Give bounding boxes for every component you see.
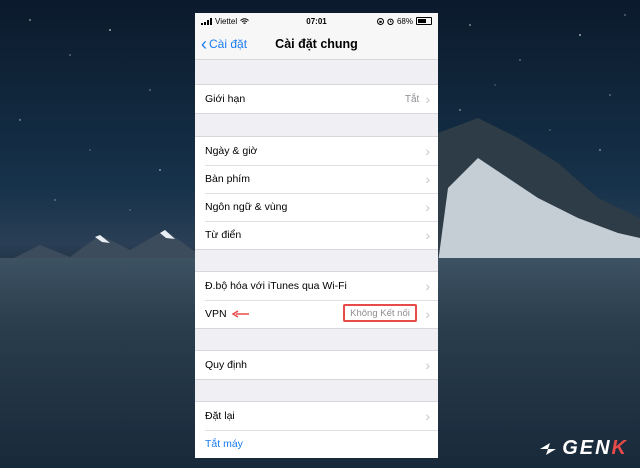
row-label: Đặt lại [205, 410, 235, 422]
back-button[interactable]: ‹ Cài đặt [195, 35, 247, 53]
battery-icon [416, 17, 432, 25]
row-label: Ngày & giờ [205, 145, 258, 157]
group-reset-shutdown: Đặt lại › Tắt máy [195, 401, 438, 458]
row-label: Bàn phím [205, 173, 250, 185]
phone-screen: Viettel 07:01 68% ‹ Cài đặt Cài đặt chun… [195, 13, 438, 458]
genk-logo: GENK [538, 437, 628, 460]
group-datetime-keyboard: Ngày & giờ › Bàn phím › Ngôn ngữ & vùng … [195, 136, 438, 250]
row-keyboard[interactable]: Bàn phím › [195, 165, 438, 193]
vpn-status-highlight: Không Kết nối [343, 304, 417, 322]
row-label: Ngôn ngữ & vùng [205, 201, 288, 213]
back-label: Cài đặt [209, 37, 248, 51]
row-itunes-wifi-sync[interactable]: Đ.bộ hóa với iTunes qua Wi-Fi › [195, 272, 438, 300]
red-arrow-annotation-icon [232, 310, 249, 318]
row-label: Từ điển [205, 229, 242, 241]
logo-text-accent: K [611, 437, 628, 459]
chevron-right-icon: › [425, 408, 430, 424]
row-language-region[interactable]: Ngôn ngữ & vùng › [195, 193, 438, 221]
group-regulatory: Quy định › [195, 350, 438, 380]
logo-text: GEN [562, 437, 612, 459]
row-label: VPN [205, 308, 227, 320]
row-label: Tắt máy [205, 438, 243, 450]
group-restrictions: Giới hạn Tắt › [195, 84, 438, 114]
row-regulatory[interactable]: Quy định › [195, 351, 438, 379]
battery-fill [418, 19, 427, 23]
status-time: 07:01 [306, 16, 327, 26]
row-label: Giới hạn [205, 93, 246, 105]
chevron-right-icon: › [425, 306, 430, 322]
logo-mark-icon [540, 442, 557, 455]
chevron-right-icon: › [425, 143, 430, 159]
chevron-right-icon: › [425, 171, 430, 187]
row-label: Quy định [205, 359, 248, 371]
row-restrictions[interactable]: Giới hạn Tắt › [195, 85, 438, 113]
chevron-right-icon: › [425, 227, 430, 243]
row-value: Tắt [404, 93, 420, 105]
row-dictionary[interactable]: Từ điển › [195, 221, 438, 249]
right-mountain [438, 118, 640, 263]
chevron-right-icon: › [425, 199, 430, 215]
row-date-time[interactable]: Ngày & giờ › [195, 137, 438, 165]
chevron-right-icon: › [425, 357, 430, 373]
row-vpn[interactable]: VPN Không Kết nối › [195, 300, 438, 328]
shutdown-button[interactable]: Tắt máy [195, 430, 438, 458]
row-reset[interactable]: Đặt lại › [195, 402, 438, 430]
chevron-right-icon: › [425, 278, 430, 294]
group-sync-vpn: Đ.bộ hóa với iTunes qua Wi-Fi › VPN Khôn… [195, 271, 438, 329]
status-bar: Viettel 07:01 68% [195, 13, 438, 29]
chevron-left-icon: ‹ [201, 34, 207, 54]
navigation-bar: ‹ Cài đặt Cài đặt chung [195, 29, 438, 60]
row-label: Đ.bộ hóa với iTunes qua Wi-Fi [205, 280, 347, 292]
chevron-right-icon: › [425, 91, 430, 107]
